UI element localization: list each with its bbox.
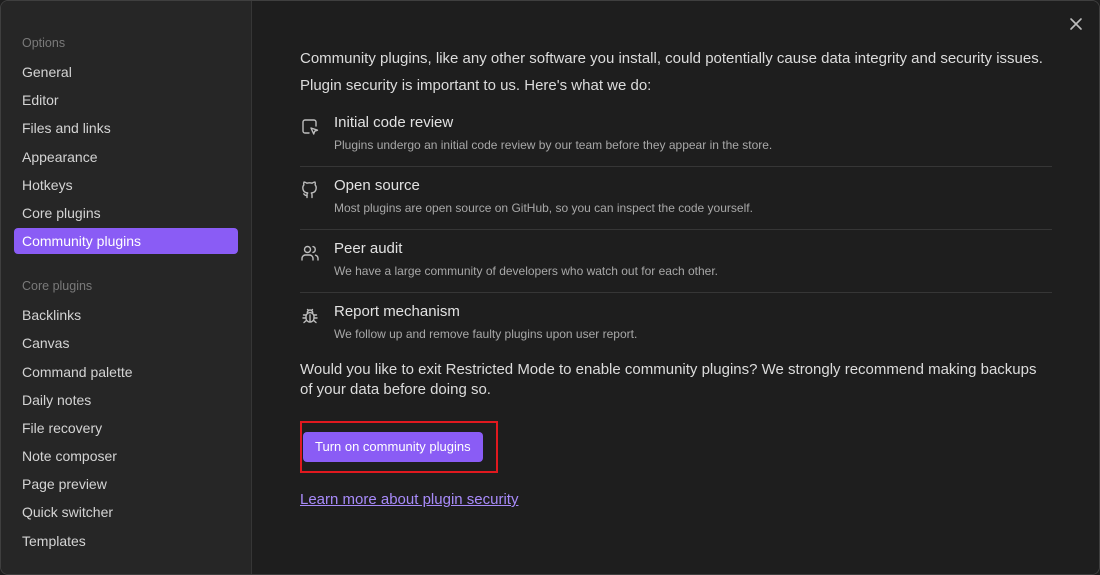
security-lead-text: Plugin security is important to us. Here… bbox=[300, 77, 652, 94]
bug-icon bbox=[300, 302, 334, 325]
sidebar-heading-options: Options bbox=[22, 36, 66, 50]
feature-code-review: Initial code review Plugins undergo an i… bbox=[300, 104, 1052, 167]
sidebar-item-appearance[interactable]: Appearance bbox=[14, 144, 238, 170]
cursor-click-icon bbox=[300, 113, 334, 136]
users-icon bbox=[300, 239, 334, 262]
sidebar-item-file-recovery[interactable]: File recovery bbox=[14, 415, 238, 441]
feature-open-source: Open source Most plugins are open source… bbox=[300, 167, 1052, 230]
sidebar-item-editor[interactable]: Editor bbox=[14, 87, 238, 113]
sidebar-heading-core-plugins: Core plugins bbox=[22, 279, 93, 294]
sidebar-item-note-composer[interactable]: Note composer bbox=[14, 443, 238, 469]
sidebar-item-command-palette[interactable]: Command palette bbox=[14, 359, 238, 385]
settings-modal: Options General Editor Files and links A… bbox=[0, 0, 1100, 575]
turn-on-community-plugins-button[interactable]: Turn on community plugins bbox=[303, 432, 483, 462]
plugin-security-panel: Community plugins, like any other softwa… bbox=[300, 49, 1052, 509]
sidebar-item-backlinks[interactable]: Backlinks bbox=[14, 302, 238, 328]
feature-description: We have a large community of developers … bbox=[334, 264, 718, 278]
sidebar-item-hotkeys[interactable]: Hotkeys bbox=[14, 172, 238, 198]
security-feature-list: Initial code review Plugins undergo an i… bbox=[300, 104, 1052, 356]
feature-description: We follow up and remove faulty plugins u… bbox=[334, 327, 638, 341]
sidebar-item-quick-switcher[interactable]: Quick switcher bbox=[14, 499, 238, 525]
sidebar-item-general[interactable]: General bbox=[14, 59, 238, 85]
feature-title: Initial code review bbox=[334, 114, 454, 131]
settings-content: Community plugins, like any other softwa… bbox=[252, 1, 1099, 574]
feature-description: Most plugins are open source on GitHub, … bbox=[334, 201, 753, 215]
intro-text: Community plugins, like any other softwa… bbox=[300, 50, 1043, 67]
close-button[interactable] bbox=[1065, 13, 1087, 35]
highlight-box: Turn on community plugins bbox=[300, 421, 498, 473]
feature-title: Open source bbox=[334, 177, 420, 194]
sidebar-item-canvas[interactable]: Canvas bbox=[14, 330, 238, 356]
sidebar-item-core-plugins[interactable]: Core plugins bbox=[14, 200, 238, 226]
sidebar-item-templates[interactable]: Templates bbox=[14, 528, 238, 554]
feature-title: Report mechanism bbox=[334, 303, 460, 320]
feature-description: Plugins undergo an initial code review b… bbox=[334, 138, 773, 152]
sidebar-item-daily-notes[interactable]: Daily notes bbox=[14, 387, 238, 413]
github-icon bbox=[300, 176, 334, 199]
sidebar-item-files-and-links[interactable]: Files and links bbox=[14, 115, 238, 141]
sidebar-item-community-plugins[interactable]: Community plugins bbox=[14, 228, 238, 255]
feature-peer-audit: Peer audit We have a large community of … bbox=[300, 230, 1052, 293]
settings-sidebar: Options General Editor Files and links A… bbox=[1, 1, 252, 574]
feature-title: Peer audit bbox=[334, 240, 403, 257]
feature-report-mechanism: Report mechanism We follow up and remove… bbox=[300, 293, 1052, 356]
restricted-mode-question: Would you like to exit Restricted Mode t… bbox=[300, 361, 1037, 398]
learn-more-link[interactable]: Learn more about plugin security bbox=[300, 491, 518, 508]
sidebar-item-page-preview[interactable]: Page preview bbox=[14, 471, 238, 497]
close-icon bbox=[1069, 17, 1083, 31]
